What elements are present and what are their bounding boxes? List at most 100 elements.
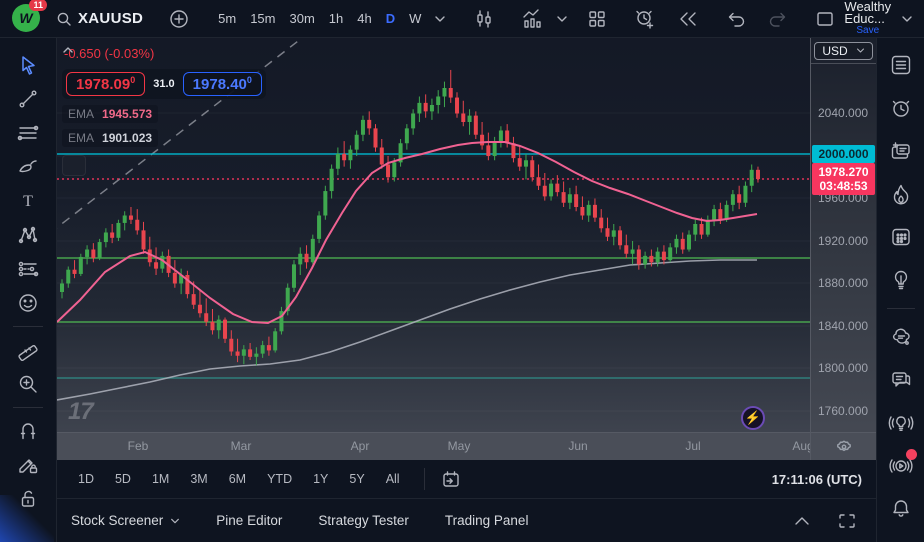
calendar-button[interactable]	[883, 218, 919, 256]
timeframe-W[interactable]: W	[402, 7, 428, 30]
symbol-name: XAUUSD	[78, 10, 143, 27]
chart-type-button[interactable]	[468, 5, 500, 33]
chats-button[interactable]	[883, 361, 919, 399]
bar-replay-button[interactable]	[672, 7, 704, 31]
create-alert-button[interactable]	[628, 5, 662, 33]
minds-button[interactable]	[883, 318, 919, 356]
range-5d[interactable]: 5D	[108, 468, 138, 490]
price-tick: 1840.000	[811, 319, 876, 333]
emoji-tool-button[interactable]	[9, 286, 47, 320]
ema-slow-legend[interactable]: EMA1901.023	[62, 129, 158, 147]
layout-name-button[interactable]: Wealthy Educ... Save	[844, 1, 891, 37]
streams-button[interactable]	[883, 447, 919, 485]
layout-menu-button[interactable]	[895, 9, 919, 29]
cursor-tool-button[interactable]	[9, 48, 47, 82]
hotlists-button[interactable]	[883, 175, 919, 213]
go-to-date-button[interactable]	[435, 466, 467, 492]
fullscreen-button[interactable]	[832, 509, 862, 533]
live-ideas-button[interactable]	[883, 404, 919, 442]
redo-button[interactable]	[762, 7, 794, 31]
expand-panel-button[interactable]	[788, 512, 816, 530]
xabcd-pattern-icon	[17, 224, 39, 246]
buy-ask-button[interactable]: 1978.400	[183, 72, 262, 96]
timeframe-1h[interactable]: 1h	[322, 7, 350, 30]
fullscreen-icon	[838, 513, 856, 529]
alerts-button[interactable]	[883, 89, 919, 127]
flame-icon	[889, 182, 913, 206]
notifications-button[interactable]	[883, 490, 919, 528]
timeframe-menu-button[interactable]	[428, 9, 452, 29]
watchlist-icon	[889, 53, 913, 77]
measure-tool-button[interactable]	[9, 333, 47, 367]
undo-button[interactable]	[720, 7, 752, 31]
chevron-down-icon	[434, 13, 446, 25]
text-icon: T	[17, 190, 39, 212]
ruler-icon	[17, 339, 39, 361]
tab-pine-editor[interactable]: Pine Editor	[216, 513, 282, 528]
range-buttons: 1D 5D 1M 3M 6M YTD 1Y 5Y All	[71, 468, 414, 490]
magnet-mode-button[interactable]	[9, 414, 47, 448]
calendar-icon	[889, 225, 913, 249]
zoom-in-tool-button[interactable]	[9, 367, 47, 401]
range-1m[interactable]: 1M	[145, 468, 176, 490]
drawing-lock-mode-button[interactable]	[9, 448, 47, 482]
timeframe-5m[interactable]: 5m	[211, 7, 243, 30]
scale-settings-button[interactable]	[811, 432, 877, 460]
range-1y[interactable]: 1Y	[306, 468, 335, 490]
layout-select-button[interactable]	[810, 7, 840, 31]
chevron-up-icon	[62, 46, 74, 54]
smiley-icon	[17, 292, 39, 314]
sell-bid-button[interactable]: 1978.090	[66, 72, 145, 96]
chart-pane[interactable]: -0.650 (-0.03%) 1978.090 31.0 1978.400 E…	[57, 38, 810, 432]
bid-ask-row: 1978.090 31.0 1978.400	[62, 69, 266, 99]
range-6m[interactable]: 6M	[222, 468, 253, 490]
ema-fast-legend[interactable]: EMA1945.573	[62, 105, 158, 123]
save-layout-link[interactable]: Save	[856, 25, 879, 37]
boost-button[interactable]: ⚡	[741, 406, 765, 430]
indicator-templates-button[interactable]	[550, 9, 574, 29]
timeframe-30m[interactable]: 30m	[283, 7, 322, 30]
currency-dropdown[interactable]: USD	[814, 42, 872, 60]
symbol-search-button[interactable]: XAUUSD	[50, 6, 149, 31]
layout-name-label: Wealthy Educ...	[844, 1, 891, 25]
range-3m[interactable]: 3M	[183, 468, 214, 490]
tab-trading-panel[interactable]: Trading Panel	[445, 513, 529, 528]
tradingview-watermark: 17	[68, 398, 93, 426]
layout-grid-button[interactable]	[582, 6, 612, 32]
pattern-tool-button[interactable]	[9, 218, 47, 252]
fib-retracement-tool-button[interactable]	[9, 116, 47, 150]
legend-collapse-button[interactable]	[62, 155, 86, 176]
last-price-badge: 1978.27003:48:53	[812, 163, 875, 195]
range-5y[interactable]: 5Y	[342, 468, 371, 490]
text-tool-button[interactable]: T	[9, 184, 47, 218]
month-label-may: May	[448, 439, 471, 453]
month-label-mar: Mar	[231, 439, 252, 453]
notes-button[interactable]	[883, 132, 919, 170]
range-ytd[interactable]: YTD	[260, 468, 299, 490]
chevron-down-icon	[856, 46, 865, 55]
forecast-tool-button[interactable]	[9, 252, 47, 286]
ideas-button[interactable]	[883, 261, 919, 299]
price-scale[interactable]: USD 2040.0001960.0001920.0001880.0001840…	[810, 38, 876, 460]
layout-box-icon	[816, 11, 834, 27]
tab-strategy-tester[interactable]: Strategy Tester	[318, 513, 409, 528]
watchlist-button[interactable]	[883, 46, 919, 84]
timeframe-15m[interactable]: 15m	[243, 7, 282, 30]
price-level-badge[interactable]: 2000.000	[812, 145, 875, 163]
indicators-button[interactable]	[516, 5, 550, 33]
compare-add-button[interactable]	[163, 5, 195, 33]
range-1d[interactable]: 1D	[71, 468, 101, 490]
timeframe-D[interactable]: D	[379, 7, 402, 30]
range-all[interactable]: All	[379, 468, 407, 490]
timeframe-4h[interactable]: 4h	[350, 7, 378, 30]
live-indicator-dot	[906, 449, 917, 460]
time-axis[interactable]: FebMarAprMayJunJulAug	[57, 432, 810, 460]
plus-circle-icon	[169, 9, 189, 29]
lock-all-drawings-button[interactable]	[9, 482, 47, 516]
tab-stock-screener[interactable]: Stock Screener	[71, 513, 180, 528]
cursor-icon	[23, 57, 34, 74]
session-clock[interactable]: 17:11:06 (UTC)	[772, 472, 862, 487]
brush-tool-button[interactable]	[9, 150, 47, 184]
user-menu-button[interactable]: W 11	[12, 4, 40, 34]
trendline-tool-button[interactable]	[9, 82, 47, 116]
